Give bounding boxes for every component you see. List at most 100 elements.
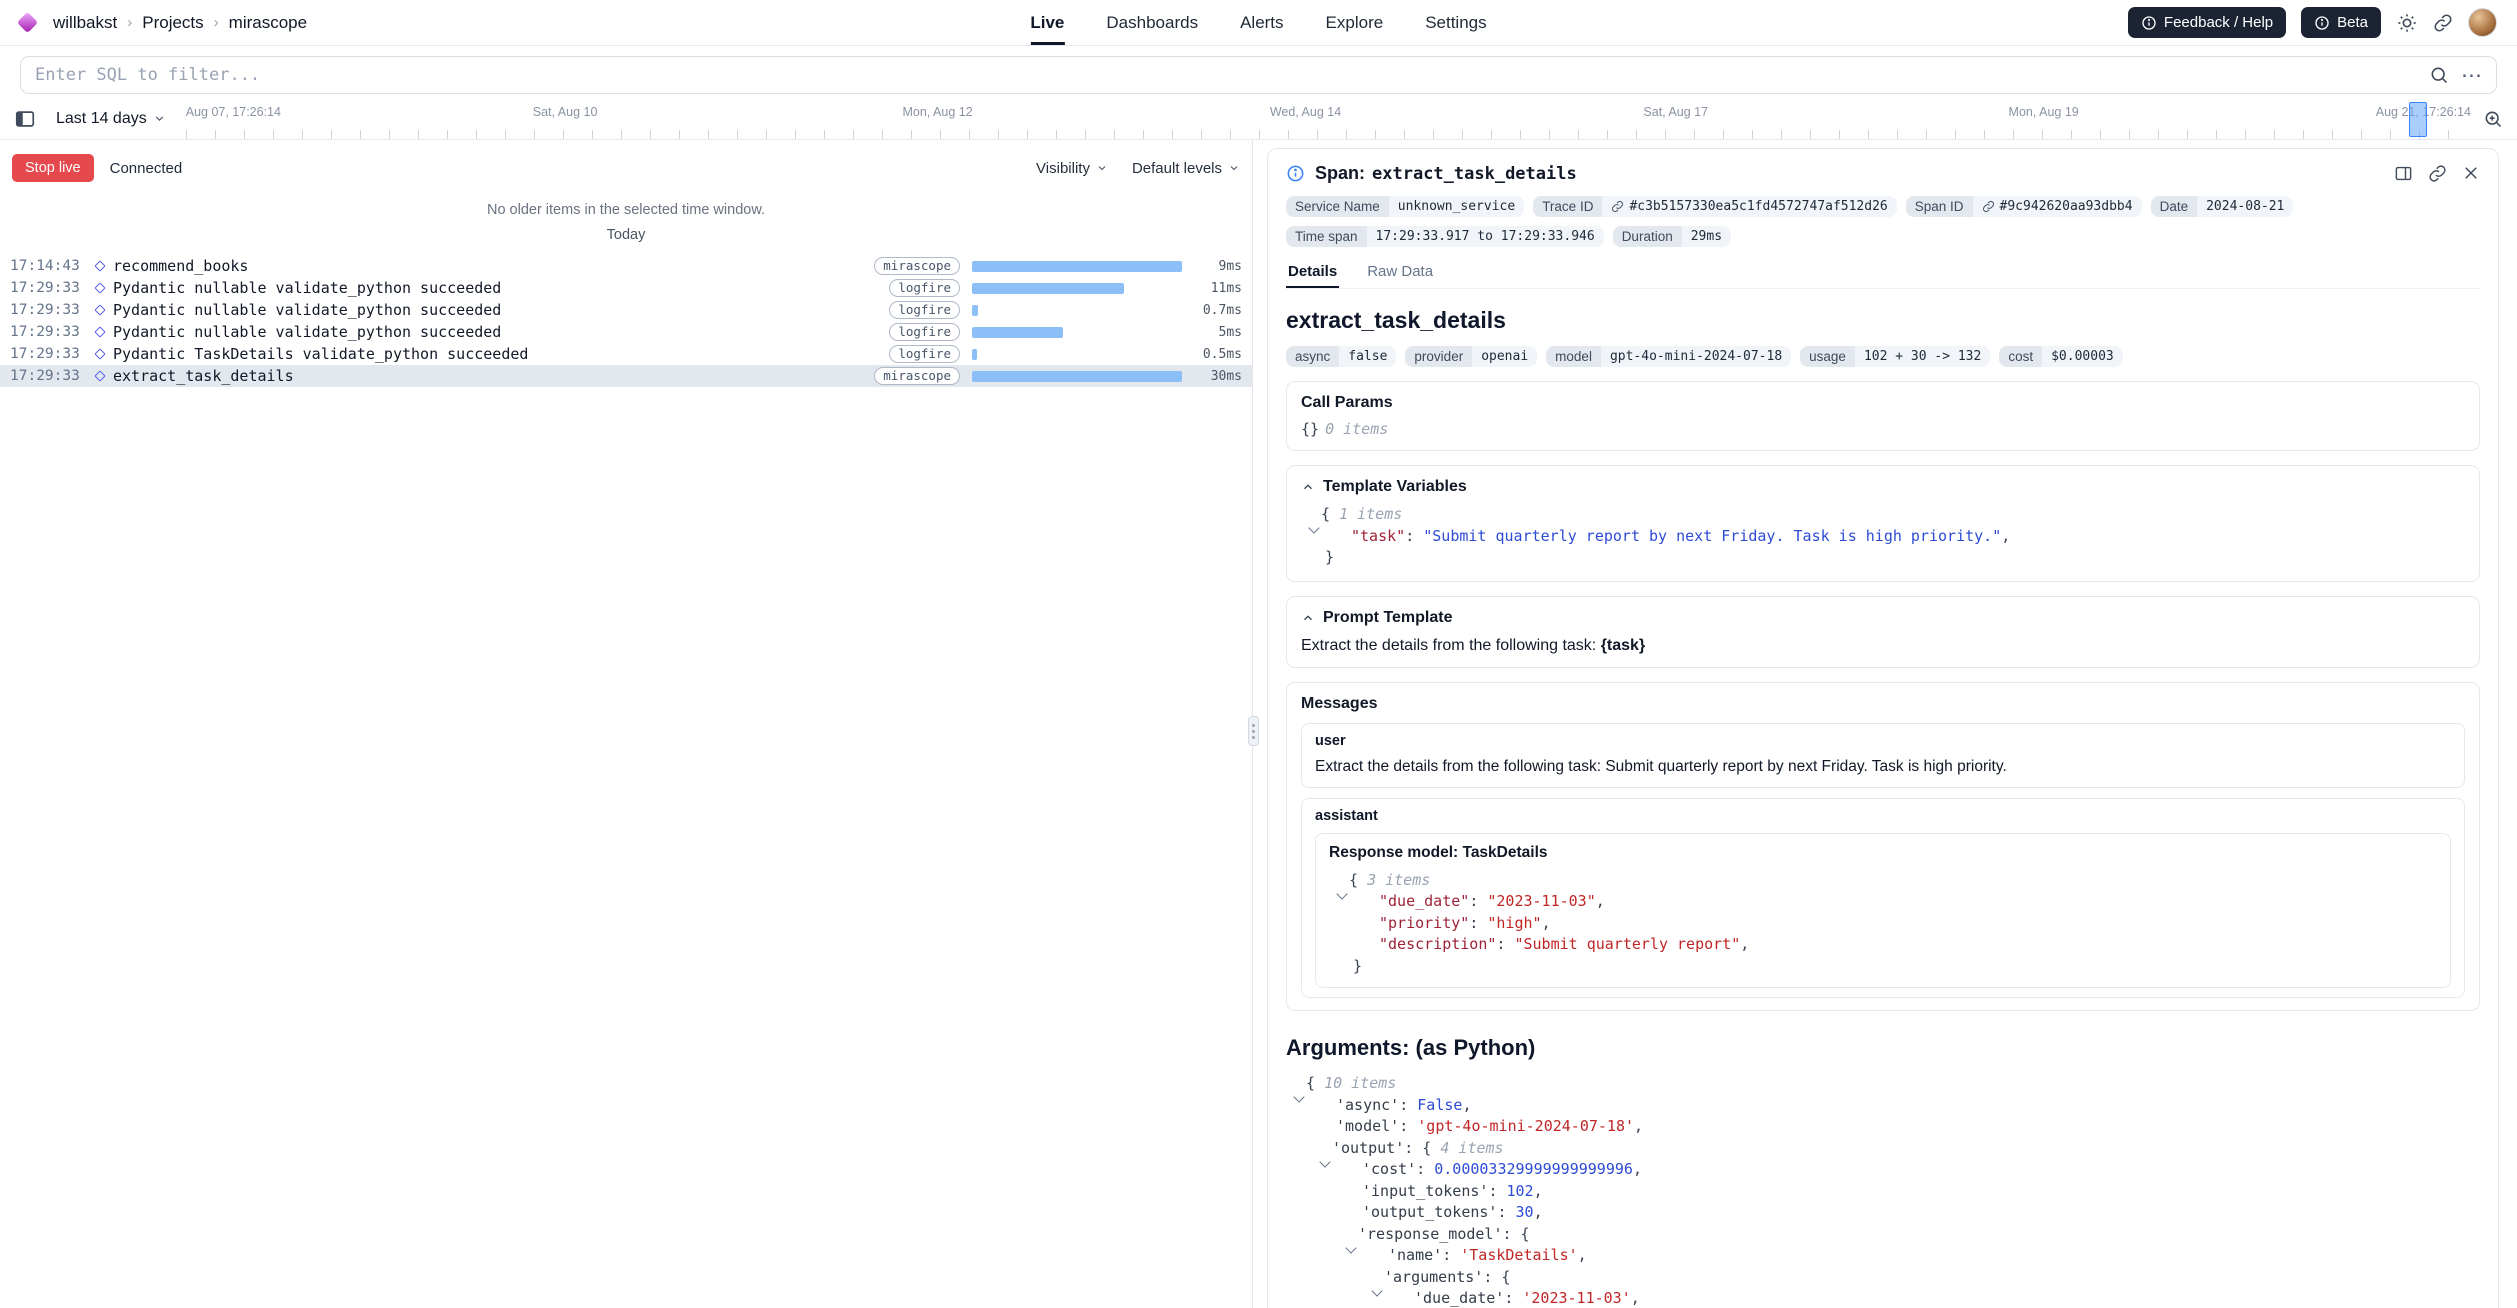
call-params-count: 0 items [1325, 420, 1388, 438]
span-title-name: extract_task_details [1372, 164, 1577, 184]
span-name: Pydantic TaskDetails validate_python suc… [113, 345, 528, 363]
share-link-button[interactable] [2433, 13, 2453, 33]
timeline-selection[interactable] [2409, 102, 2427, 137]
link-icon[interactable] [1611, 200, 1624, 213]
nav-item-label: Live [1030, 13, 1064, 33]
sidebar-toggle-button[interactable] [14, 108, 36, 130]
panel-left-icon [14, 108, 36, 130]
info-icon [1286, 164, 1305, 183]
timeline-bar: Last 14 days Aug 07, 17:26:14 Sat, Aug 1… [0, 98, 2517, 140]
span-name: extract_task_details [113, 367, 294, 385]
meta-badge: Service Name unknown_service [1286, 196, 1524, 217]
duration-bar-track [972, 349, 1184, 360]
badge-value-text: openai [1481, 349, 1528, 364]
sun-icon [2396, 12, 2418, 34]
info-icon [2314, 15, 2330, 31]
app-root: willbakst › Projects › mirascope Live Da… [0, 0, 2517, 1308]
breadcrumb-projects[interactable]: Projects [142, 13, 203, 33]
badge-value: 17:29:33.917 to 17:29:33.946 [1367, 226, 1604, 247]
timeline-track[interactable]: Aug 07, 17:26:14 Sat, Aug 10 Mon, Aug 12… [186, 98, 2471, 139]
span-name: recommend_books [113, 257, 248, 275]
template-variables-header[interactable]: Template Variables [1301, 478, 2465, 496]
span-tag-badge: logfire [889, 323, 960, 341]
response-model-box: Response model: TaskDetails { 3 items"du… [1315, 833, 2451, 989]
top-header: willbakst › Projects › mirascope Live Da… [0, 0, 2517, 46]
badge-value-text: #9c942620aa93dbb4 [2000, 199, 2133, 214]
time-range-button[interactable]: Last 14 days [48, 106, 174, 132]
span-row[interactable]: 17:14:43 recommend_books mirascope 9ms [0, 255, 1252, 277]
span-kind-icon [94, 260, 105, 271]
badge-value: $0.00003 [2042, 346, 2123, 367]
badge-value: false [1339, 346, 1396, 367]
nav-item[interactable]: Explore [1326, 0, 1384, 45]
prompt-template-header[interactable]: Prompt Template [1301, 609, 2465, 627]
span-name: Pydantic nullable validate_python succee… [113, 301, 501, 319]
prompt-template-card: Prompt Template Extract the details from… [1286, 596, 2480, 668]
span-duration: 0.7ms [1184, 303, 1242, 318]
span-timestamp: 17:29:33 [10, 324, 94, 340]
span-row[interactable]: 17:29:33 extract_task_details mirascope … [0, 365, 1252, 387]
breadcrumb-separator-icon: › [127, 14, 132, 31]
panel-right-icon [2394, 164, 2413, 183]
span-timestamp: 17:29:33 [10, 280, 94, 296]
span-list: 17:14:43 recommend_books mirascope 9ms 1… [0, 255, 1252, 387]
arguments-python: { 10 items'async': False,'model': 'gpt-4… [1286, 1073, 2480, 1308]
badge-label: Span ID [1906, 196, 1973, 217]
user-avatar[interactable] [2468, 8, 2497, 37]
span-timestamp: 17:29:33 [10, 368, 94, 384]
nav-item[interactable]: Dashboards [1106, 0, 1198, 45]
zoom-in-icon [2483, 109, 2503, 129]
close-panel-button[interactable] [2462, 164, 2480, 183]
link-icon[interactable] [1982, 200, 1995, 213]
badge-value-text: 29ms [1691, 229, 1722, 244]
detail-tab[interactable]: Details [1286, 263, 1339, 288]
main-nav: Live Dashboards Alerts Explore Settings [1030, 0, 1486, 45]
timeline-tick-label: Sat, Aug 10 [533, 105, 598, 119]
detail-tab[interactable]: Raw Data [1365, 263, 1435, 288]
span-tag-badge: logfire [889, 301, 960, 319]
timeline-tick-label: Mon, Aug 12 [902, 105, 972, 119]
beta-badge[interactable]: Beta [2301, 7, 2381, 38]
panel-resize-handle[interactable] [1248, 716, 1259, 746]
visibility-dropdown[interactable]: Visibility [1036, 160, 1108, 177]
span-row[interactable]: 17:29:33 Pydantic nullable validate_pyth… [0, 299, 1252, 321]
span-duration: 0.5ms [1184, 347, 1242, 362]
feedback-help-label: Feedback / Help [2164, 14, 2273, 31]
detail-panel: Span: extract_task_details [1253, 140, 2517, 1308]
open-in-panel-button[interactable] [2394, 164, 2413, 183]
attr-badge: cost $0.00003 [1999, 346, 2122, 367]
timeline-tick-label: Wed, Aug 14 [1270, 105, 1341, 119]
span-attr-badges: async false provider openai [1286, 346, 2480, 367]
meta-badge: Duration 29ms [1613, 226, 1731, 247]
feedback-help-button[interactable]: Feedback / Help [2128, 7, 2286, 38]
sql-filter-input[interactable]: Enter SQL to filter... ⋯ [20, 56, 2497, 94]
levels-dropdown[interactable]: Default levels [1132, 160, 1240, 177]
breadcrumb-org[interactable]: willbakst [53, 13, 117, 33]
tab-label: Details [1288, 263, 1337, 280]
badge-label: provider [1405, 346, 1472, 367]
span-tag-badge: logfire [889, 279, 960, 297]
span-duration: 5ms [1184, 325, 1242, 340]
span-row[interactable]: 17:29:33 Pydantic nullable validate_pyth… [0, 321, 1252, 343]
stop-live-button[interactable]: Stop live [12, 154, 94, 182]
call-params-title: Call Params [1301, 394, 2465, 412]
nav-item[interactable]: Live [1030, 0, 1064, 45]
span-row[interactable]: 17:29:33 Pydantic nullable validate_pyth… [0, 277, 1252, 299]
more-options-button[interactable]: ⋯ [2461, 65, 2482, 86]
detail-header: Span: extract_task_details [1286, 163, 2480, 184]
search-icon[interactable] [2429, 65, 2449, 85]
zoom-in-button[interactable] [2483, 109, 2503, 129]
detail-actions [2394, 164, 2480, 183]
copy-link-button[interactable] [2428, 164, 2447, 183]
timeline-tick-label: Mon, Aug 19 [2009, 105, 2079, 119]
theme-toggle-button[interactable] [2396, 12, 2418, 34]
call-params-value: {}0 items [1301, 420, 2465, 438]
breadcrumb-project[interactable]: mirascope [229, 13, 307, 33]
nav-item[interactable]: Alerts [1240, 0, 1283, 45]
nav-item[interactable]: Settings [1425, 0, 1486, 45]
org-logo-icon[interactable] [17, 12, 38, 33]
span-row[interactable]: 17:29:33 Pydantic TaskDetails validate_p… [0, 343, 1252, 365]
duration-bar-track [972, 305, 1184, 316]
message-assistant: assistant Response model: TaskDetails { … [1301, 798, 2465, 999]
duration-bar-track [972, 283, 1184, 294]
